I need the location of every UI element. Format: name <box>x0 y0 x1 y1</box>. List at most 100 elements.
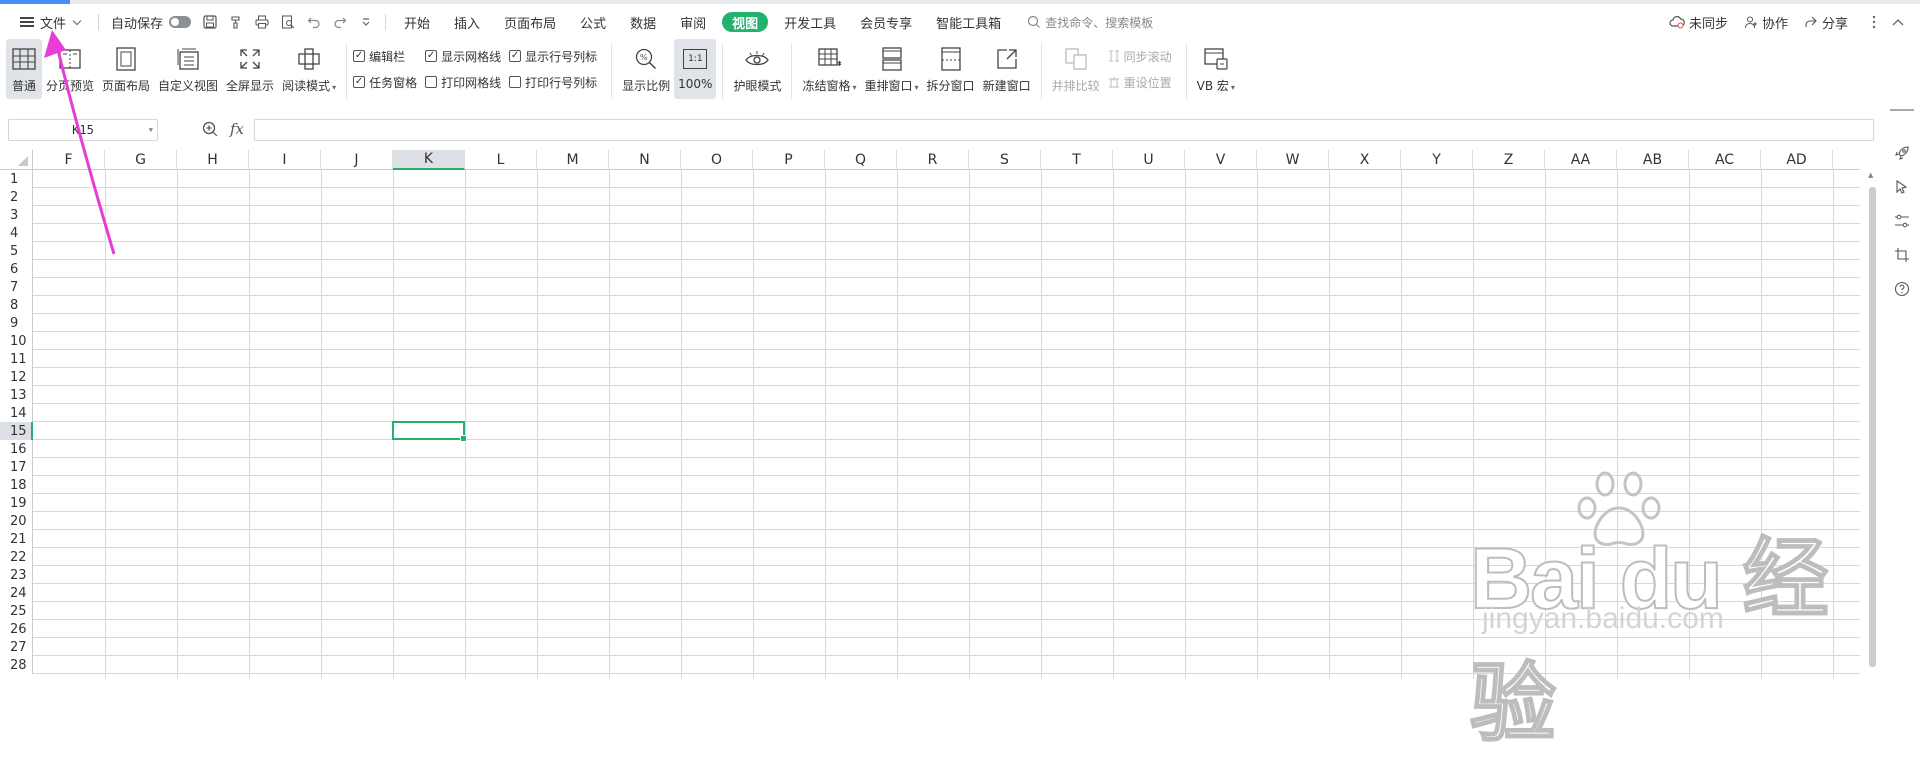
collaborate-button[interactable]: 协作 <box>1744 13 1788 32</box>
print-headings-checkbox[interactable]: 打印行号列标 <box>509 71 597 93</box>
scrollbar-thumb[interactable] <box>1869 187 1876 667</box>
tab-developer[interactable]: 开发工具 <box>772 9 848 35</box>
command-search[interactable]: 查找命令、搜索模板 <box>1027 14 1153 31</box>
reading-mode-button[interactable]: 阅读模式 ▾ <box>278 39 340 99</box>
row-header-19[interactable]: 19 <box>0 494 33 512</box>
custom-view-button[interactable]: 自定义视图 <box>154 39 222 99</box>
column-header-u[interactable]: U <box>1113 150 1185 170</box>
tab-home[interactable]: 开始 <box>392 9 442 35</box>
column-header-s[interactable]: S <box>969 150 1041 170</box>
column-header-w[interactable]: W <box>1257 150 1329 170</box>
side-crop-button[interactable] <box>1890 243 1914 267</box>
row-header-3[interactable]: 3 <box>0 206 33 224</box>
print-button[interactable] <box>249 9 275 35</box>
quick-access-more-button[interactable] <box>353 9 379 35</box>
column-header-p[interactable]: P <box>753 150 825 170</box>
tab-view[interactable]: 视图 <box>722 12 769 32</box>
tab-member[interactable]: 会员专享 <box>848 9 924 35</box>
column-header-ac[interactable]: AC <box>1689 150 1761 170</box>
formula-zoom-button[interactable] <box>202 121 218 141</box>
page-layout-view-button[interactable]: 页面布局 <box>98 39 154 99</box>
sync-scroll-button[interactable]: 同步滚动 <box>1108 45 1172 67</box>
tab-formulas[interactable]: 公式 <box>568 9 618 35</box>
column-header-o[interactable]: O <box>681 150 753 170</box>
row-header-25[interactable]: 25 <box>0 602 33 620</box>
zoom-button[interactable]: % 显示比例 <box>618 39 674 99</box>
tab-smart-toolbox[interactable]: 智能工具箱 <box>924 9 1013 35</box>
name-box[interactable]: K15 ▼ <box>8 119 158 141</box>
active-cell-k15[interactable] <box>392 421 467 442</box>
scroll-up-arrow-icon[interactable]: ▲ <box>1868 171 1873 179</box>
row-header-24[interactable]: 24 <box>0 584 33 602</box>
vb-macro-button[interactable]: VB 宏 ▾ <box>1193 39 1239 99</box>
row-header-1[interactable]: 1 <box>0 170 33 188</box>
collapse-ribbon-button[interactable] <box>1892 18 1904 26</box>
fullscreen-button[interactable]: 全屏显示 <box>222 39 278 99</box>
page-break-preview-button[interactable]: 分页预览 <box>42 39 98 99</box>
redo-button[interactable] <box>327 9 353 35</box>
row-header-7[interactable]: 7 <box>0 278 33 296</box>
insert-function-button[interactable]: fx <box>230 120 244 138</box>
freeze-panes-button[interactable]: 冻结窗格 ▾ <box>798 39 860 99</box>
row-header-10[interactable]: 10 <box>0 332 33 350</box>
column-header-j[interactable]: J <box>321 150 393 170</box>
row-header-13[interactable]: 13 <box>0 386 33 404</box>
column-header-q[interactable]: Q <box>825 150 897 170</box>
row-header-18[interactable]: 18 <box>0 476 33 494</box>
column-header-x[interactable]: X <box>1329 150 1401 170</box>
side-help-button[interactable] <box>1890 277 1914 301</box>
eye-protection-button[interactable]: 护眼模式 <box>729 39 785 99</box>
new-window-button[interactable]: 新建窗口 <box>979 39 1035 99</box>
task-pane-checkbox[interactable]: ✓ 任务窗格 <box>353 71 417 93</box>
column-header-v[interactable]: V <box>1185 150 1257 170</box>
rearrange-windows-button[interactable]: 重排窗口 ▾ <box>861 39 923 99</box>
sync-button[interactable]: 未同步 <box>1669 13 1728 32</box>
row-header-8[interactable]: 8 <box>0 296 33 314</box>
column-header-aa[interactable]: AA <box>1545 150 1617 170</box>
vertical-scrollbar[interactable]: ▲ <box>1866 169 1878 679</box>
row-header-20[interactable]: 20 <box>0 512 33 530</box>
row-header-2[interactable]: 2 <box>0 188 33 206</box>
share-button[interactable]: 分享 <box>1804 13 1848 32</box>
side-by-side-button[interactable]: 并排比较 <box>1048 39 1104 99</box>
row-header-12[interactable]: 12 <box>0 368 33 386</box>
tab-data[interactable]: 数据 <box>618 9 668 35</box>
column-header-h[interactable]: H <box>177 150 249 170</box>
show-headings-checkbox[interactable]: ✓ 显示行号列标 <box>509 45 597 67</box>
formula-bar-checkbox[interactable]: ✓ 编辑栏 <box>353 45 417 67</box>
file-menu[interactable]: 文件 <box>0 9 92 35</box>
column-header-r[interactable]: R <box>897 150 969 170</box>
row-header-26[interactable]: 26 <box>0 620 33 638</box>
side-adjust-button[interactable] <box>1890 209 1914 233</box>
column-header-f[interactable]: F <box>33 150 105 170</box>
row-header-17[interactable]: 17 <box>0 458 33 476</box>
column-header-k[interactable]: K <box>393 150 465 170</box>
normal-view-button[interactable]: 普通 <box>6 39 42 99</box>
column-header-z[interactable]: Z <box>1473 150 1545 170</box>
save-button[interactable] <box>197 9 223 35</box>
row-header-14[interactable]: 14 <box>0 404 33 422</box>
column-header-ab[interactable]: AB <box>1617 150 1689 170</box>
row-header-21[interactable]: 21 <box>0 530 33 548</box>
side-select-button[interactable] <box>1890 175 1914 199</box>
print-preview-button[interactable] <box>275 9 301 35</box>
cell-area[interactable] <box>33 170 1860 679</box>
print-gridlines-checkbox[interactable]: 打印网格线 <box>425 71 501 93</box>
column-header-g[interactable]: G <box>105 150 177 170</box>
formula-input[interactable] <box>254 119 1874 141</box>
column-header-i[interactable]: I <box>249 150 321 170</box>
column-header-ad[interactable]: AD <box>1761 150 1833 170</box>
row-header-9[interactable]: 9 <box>0 314 33 332</box>
more-options-button[interactable] <box>1872 15 1876 29</box>
format-painter-button[interactable] <box>223 9 249 35</box>
row-header-5[interactable]: 5 <box>0 242 33 260</box>
row-header-22[interactable]: 22 <box>0 548 33 566</box>
reset-position-button[interactable]: 重设位置 <box>1108 71 1172 93</box>
row-header-28[interactable]: 28 <box>0 656 33 674</box>
drag-handle-icon[interactable] <box>1890 109 1914 111</box>
zoom-100-button[interactable]: 1:1 100% <box>674 39 717 99</box>
row-header-16[interactable]: 16 <box>0 440 33 458</box>
split-window-button[interactable]: 拆分窗口 <box>923 39 979 99</box>
column-header-n[interactable]: N <box>609 150 681 170</box>
tab-page-layout[interactable]: 页面布局 <box>492 9 568 35</box>
